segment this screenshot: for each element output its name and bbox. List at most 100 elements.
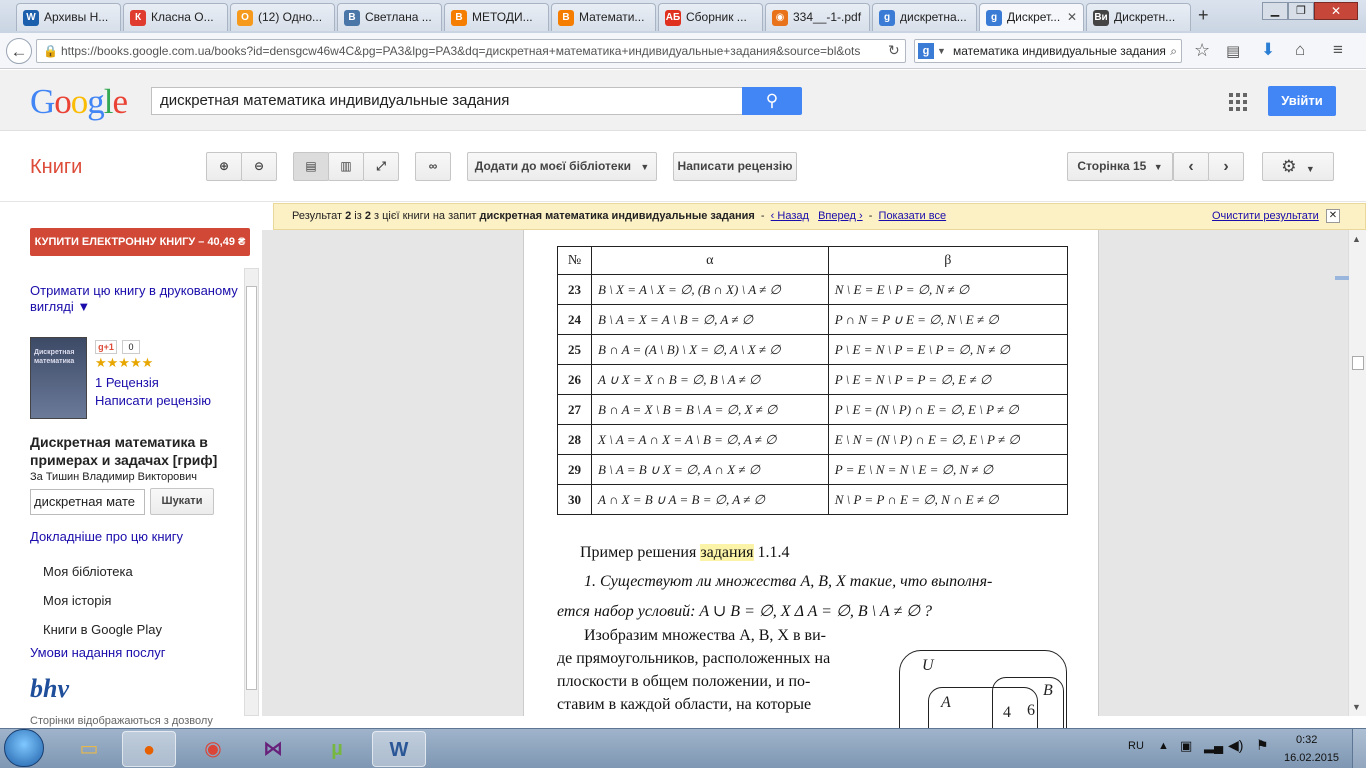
browser-tab[interactable]: К Класна О... xyxy=(123,3,228,31)
books-title[interactable]: Книги xyxy=(30,156,82,179)
signin-button[interactable]: Увійти xyxy=(1268,86,1336,116)
tray-device-icon[interactable]: ▣ xyxy=(1180,738,1192,754)
language-indicator[interactable]: RU xyxy=(1128,740,1144,752)
left-scrollbar-thumb[interactable] xyxy=(246,286,257,690)
volume-icon[interactable]: ◀) xyxy=(1228,737,1243,754)
my-library-link[interactable]: Моя бібліотека xyxy=(43,564,133,579)
browser-tab[interactable]: B МЕТОДИ... xyxy=(444,3,549,31)
write-review-button[interactable]: Написати рецензію xyxy=(673,152,797,181)
browser-tab[interactable]: АБ Сборник ... xyxy=(658,3,763,31)
tab-favicon-icon: g xyxy=(879,10,895,26)
notice-forward-link[interactable]: Вперед › xyxy=(818,210,863,222)
google-search-input[interactable]: дискретная математика индивидуальные зад… xyxy=(151,87,743,115)
menu-icon[interactable]: ≡ xyxy=(1333,40,1343,60)
zoom-out-button[interactable]: ⊖ xyxy=(241,152,277,181)
google-search-engine-icon[interactable]: g xyxy=(918,43,934,59)
scroll-up-icon[interactable]: ▲ xyxy=(1352,234,1361,244)
book-cover-image[interactable]: Дискретная математика xyxy=(30,337,87,419)
terms-link[interactable]: Умови надання послуг xyxy=(30,645,165,660)
notice-total: 2 xyxy=(364,210,371,222)
dropdown-icon[interactable]: ▼ xyxy=(937,40,946,62)
new-tab-button[interactable]: + xyxy=(1198,5,1209,26)
link-icon[interactable]: ∞ xyxy=(415,152,451,181)
action-center-flag-icon[interactable]: ⚑ xyxy=(1256,737,1269,754)
table-row: 25 B ∩ A = (A \ B) \ X = ∅, A \ X ≠ ∅ P \ … xyxy=(557,334,1069,365)
browser-tab[interactable]: B Математи... xyxy=(551,3,656,31)
download-icon[interactable]: ⬇ xyxy=(1261,40,1275,60)
browser-tab[interactable]: g Дискрет... ✕ xyxy=(979,3,1084,31)
home-icon[interactable]: ⌂ xyxy=(1295,40,1305,60)
clock-date[interactable]: 16.02.2015 xyxy=(1284,752,1339,764)
previous-page-button[interactable]: ‹ xyxy=(1173,152,1209,181)
buy-ebook-button[interactable]: КУПИТИ ЕЛЕКТРОННУ КНИГУ – 40,49 ₴ xyxy=(30,228,250,256)
close-icon[interactable]: ✕ xyxy=(1326,209,1340,223)
notice-back-link[interactable]: ‹ Назад xyxy=(771,210,809,222)
show-hidden-icons[interactable]: ▲ xyxy=(1158,740,1169,752)
beta-cell: E \ N = (N \ P) ∩ E = ∅, E \ P ≠ ∅ xyxy=(827,424,1069,455)
about-book-link[interactable]: Докладніше про цю книгу xyxy=(30,529,183,544)
tab-label: дискретна... xyxy=(900,10,967,24)
start-button[interactable] xyxy=(4,729,44,767)
browser-tab[interactable]: Ви Дискретн... xyxy=(1086,3,1191,31)
show-desktop-button[interactable] xyxy=(1352,729,1366,768)
publisher-logo[interactable]: bhv xyxy=(30,674,90,710)
close-window-button[interactable]: ✕ xyxy=(1314,2,1358,20)
apps-grid-icon[interactable] xyxy=(1229,93,1247,111)
search-icon[interactable]: ⌕ xyxy=(1170,40,1177,62)
browser-search-box[interactable]: g ▼ математика индивидуальные задания ⌕ xyxy=(914,39,1182,63)
table-row: 27 B ∩ A = X \ B = B \ A = ∅, X ≠ ∅ P \ E … xyxy=(557,394,1069,425)
alpha-cell: A ∪ X = X ∩ B = ∅, B \ A ≠ ∅ xyxy=(591,364,829,395)
browser-tab[interactable]: ◉ 334__-1-.pdf xyxy=(765,3,870,31)
back-arrow-icon[interactable]: ← xyxy=(6,38,32,64)
bookmark-star-icon[interactable]: ☆ xyxy=(1194,40,1210,61)
utorrent-taskbar-icon[interactable]: µ xyxy=(310,731,364,767)
google-play-books-link[interactable]: Книги в Google Play xyxy=(43,622,162,637)
fullscreen-button[interactable]: ⤢ xyxy=(363,152,399,181)
single-page-view-button[interactable]: ▤ xyxy=(293,152,329,181)
browser-tab[interactable]: g дискретна... xyxy=(872,3,977,31)
tab-label: МЕТОДИ... xyxy=(472,10,533,24)
clock-time[interactable]: 0:32 xyxy=(1296,734,1317,746)
explorer-taskbar-icon[interactable]: ▭ xyxy=(62,731,116,767)
gplus-button[interactable]: g+1 xyxy=(95,340,117,354)
lock-icon: 🔒 xyxy=(43,44,58,58)
reading-list-icon[interactable]: ▤ xyxy=(1226,42,1240,60)
notice-show-all-link[interactable]: Показати все xyxy=(879,210,947,222)
example-heading: Пример решения задания 1.1.4 xyxy=(580,544,790,562)
browser-tab[interactable]: В Светлана ... xyxy=(337,3,442,31)
add-to-library-button[interactable]: Додати до моєї бібліотеки ▼ xyxy=(467,152,657,181)
two-page-view-button[interactable]: ▥ xyxy=(328,152,364,181)
chevron-down-icon: ▼ xyxy=(1153,162,1163,172)
tab-label: Класна О... xyxy=(151,10,214,24)
browser-tab[interactable]: О (12) Одно... xyxy=(230,3,335,31)
reviews-link[interactable]: 1 Рецензія xyxy=(95,375,159,390)
browser-tab[interactable]: W Архивы Н... xyxy=(16,3,121,31)
word-taskbar-icon[interactable]: W xyxy=(372,731,426,767)
scroll-down-icon[interactable]: ▼ xyxy=(1352,702,1361,712)
chrome-taskbar-icon[interactable]: ◉ xyxy=(186,731,240,767)
network-icon[interactable]: ▂▄ xyxy=(1204,738,1223,754)
write-review-link[interactable]: Написати рецензію xyxy=(95,393,211,408)
google-search-button[interactable]: ⚲ xyxy=(742,87,802,115)
scroll-position-marker xyxy=(1335,276,1349,280)
address-bar[interactable]: 🔒 https://books.google.com.ua/books?id=d… xyxy=(36,39,906,63)
row-number-cell: 23 xyxy=(557,274,592,305)
print-copy-link[interactable]: Отримати цю книгу в друкованому вигляді … xyxy=(30,283,242,315)
reload-icon[interactable]: ↻ xyxy=(888,42,900,59)
close-tab-icon[interactable]: ✕ xyxy=(1067,10,1077,31)
clear-results-link[interactable]: Очистити результати xyxy=(1212,204,1319,229)
firefox-taskbar-icon[interactable]: ● xyxy=(122,731,176,767)
visual-studio-taskbar-icon[interactable]: ⋈ xyxy=(246,731,300,767)
book-search-button[interactable]: Шукати xyxy=(150,488,214,515)
page-select[interactable]: Сторінка 15 ▼ xyxy=(1067,152,1173,181)
book-search-input[interactable]: дискретная мате xyxy=(30,489,145,515)
my-history-link[interactable]: Моя історія xyxy=(43,593,111,608)
viewer-scrollbar[interactable]: ▲ ▼ xyxy=(1335,230,1366,716)
settings-button[interactable]: ⚙ ▼ xyxy=(1262,152,1334,181)
minimize-button[interactable]: ▁ xyxy=(1262,2,1288,20)
restore-button[interactable]: ❐ xyxy=(1288,2,1314,20)
viewer-scrollbar-thumb[interactable] xyxy=(1352,356,1364,370)
zoom-in-button[interactable]: ⊕ xyxy=(206,152,242,181)
next-page-button[interactable]: › xyxy=(1208,152,1244,181)
google-logo[interactable]: Google xyxy=(30,82,128,122)
